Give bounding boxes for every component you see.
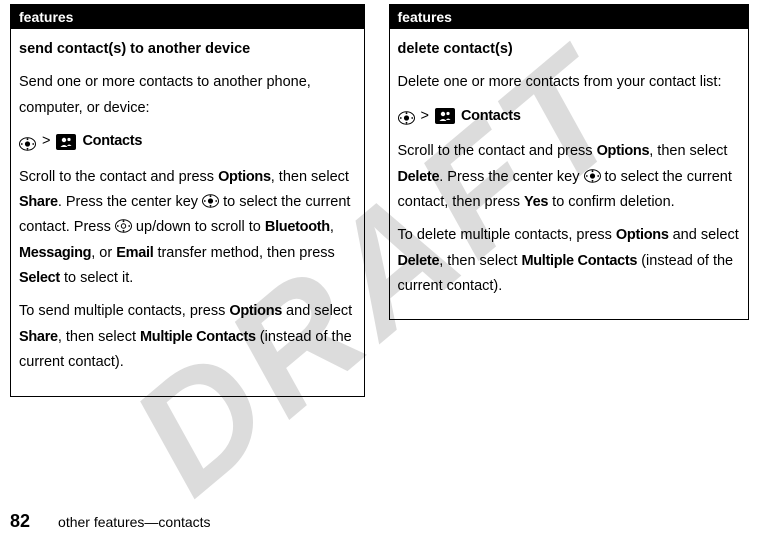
- text: up/down to scroll to: [132, 219, 265, 235]
- gt-symbol: >: [421, 104, 429, 129]
- options-label: Options: [218, 169, 271, 185]
- text: , then select: [58, 329, 140, 345]
- text: To send multiple contacts, press: [19, 303, 229, 319]
- contacts-app-icon: [56, 134, 76, 150]
- multiple-contacts-label: Multiple Contacts: [521, 253, 637, 269]
- text: and select: [669, 227, 739, 243]
- feature-title: delete contact(s): [398, 37, 740, 62]
- text: to select it.: [60, 270, 133, 286]
- messaging-label: Messaging: [19, 245, 91, 261]
- instruction-p1: Scroll to the contact and press Options,…: [19, 165, 356, 292]
- center-key-icon: [202, 192, 219, 206]
- content-columns: features send contact(s) to another devi…: [0, 0, 759, 397]
- nav-key-icon: [115, 217, 132, 231]
- text: ,: [330, 219, 334, 235]
- bluetooth-label: Bluetooth: [265, 219, 330, 235]
- intro-text: Send one or more contacts to another pho…: [19, 70, 356, 121]
- page-number: 82: [10, 511, 30, 532]
- text: Scroll to the contact and press: [19, 169, 218, 185]
- text: . Press the center key: [439, 169, 583, 185]
- delete-label: Delete: [398, 253, 440, 269]
- contacts-label: Contacts: [461, 104, 521, 129]
- options-label: Options: [229, 303, 282, 319]
- table-header: features: [11, 5, 364, 29]
- feature-box-send: features send contact(s) to another devi…: [10, 4, 365, 397]
- table-cell: send contact(s) to another device Send o…: [11, 29, 364, 396]
- text: transfer method, then press: [153, 245, 334, 261]
- intro-text: Delete one or more contacts from your co…: [398, 70, 740, 95]
- center-key-icon: [584, 167, 601, 181]
- center-key-icon: [398, 109, 415, 123]
- feature-box-delete: features delete contact(s) Delete one or…: [389, 4, 749, 320]
- feature-title: send contact(s) to another device: [19, 37, 356, 62]
- contacts-label: Contacts: [82, 129, 142, 154]
- footer-breadcrumb: other features—contacts: [58, 514, 211, 530]
- page-footer: 82 other features—contacts: [10, 511, 211, 532]
- nav-path: > Contacts: [398, 104, 740, 129]
- table-cell: delete contact(s) Delete one or more con…: [390, 29, 748, 319]
- delete-label: Delete: [398, 169, 440, 185]
- email-label: Email: [116, 245, 153, 261]
- text: , then select: [439, 253, 521, 269]
- text: . Press the center key: [58, 194, 202, 210]
- text: To delete multiple contacts, press: [398, 227, 616, 243]
- column-right: features delete contact(s) Delete one or…: [389, 4, 750, 397]
- multiple-contacts-label: Multiple Contacts: [140, 329, 256, 345]
- contacts-app-icon: [435, 108, 455, 124]
- instruction-p1: Scroll to the contact and press Options,…: [398, 139, 740, 215]
- text: Scroll to the contact and press: [398, 143, 597, 159]
- column-left: features send contact(s) to another devi…: [10, 4, 371, 397]
- share-label: Share: [19, 329, 58, 345]
- nav-path: > Contacts: [19, 129, 356, 154]
- table-header: features: [390, 5, 748, 29]
- center-key-icon: [19, 135, 36, 149]
- text: and select: [282, 303, 352, 319]
- yes-label: Yes: [524, 194, 548, 210]
- instruction-p2: To delete multiple contacts, press Optio…: [398, 223, 740, 299]
- select-label: Select: [19, 270, 60, 286]
- text: , or: [91, 245, 116, 261]
- gt-symbol: >: [42, 129, 50, 154]
- text: to confirm deletion.: [548, 194, 675, 210]
- instruction-p2: To send multiple contacts, press Options…: [19, 299, 356, 375]
- text: , then select: [271, 169, 349, 185]
- options-label: Options: [597, 143, 650, 159]
- share-label: Share: [19, 194, 58, 210]
- text: , then select: [649, 143, 727, 159]
- options-label: Options: [616, 227, 669, 243]
